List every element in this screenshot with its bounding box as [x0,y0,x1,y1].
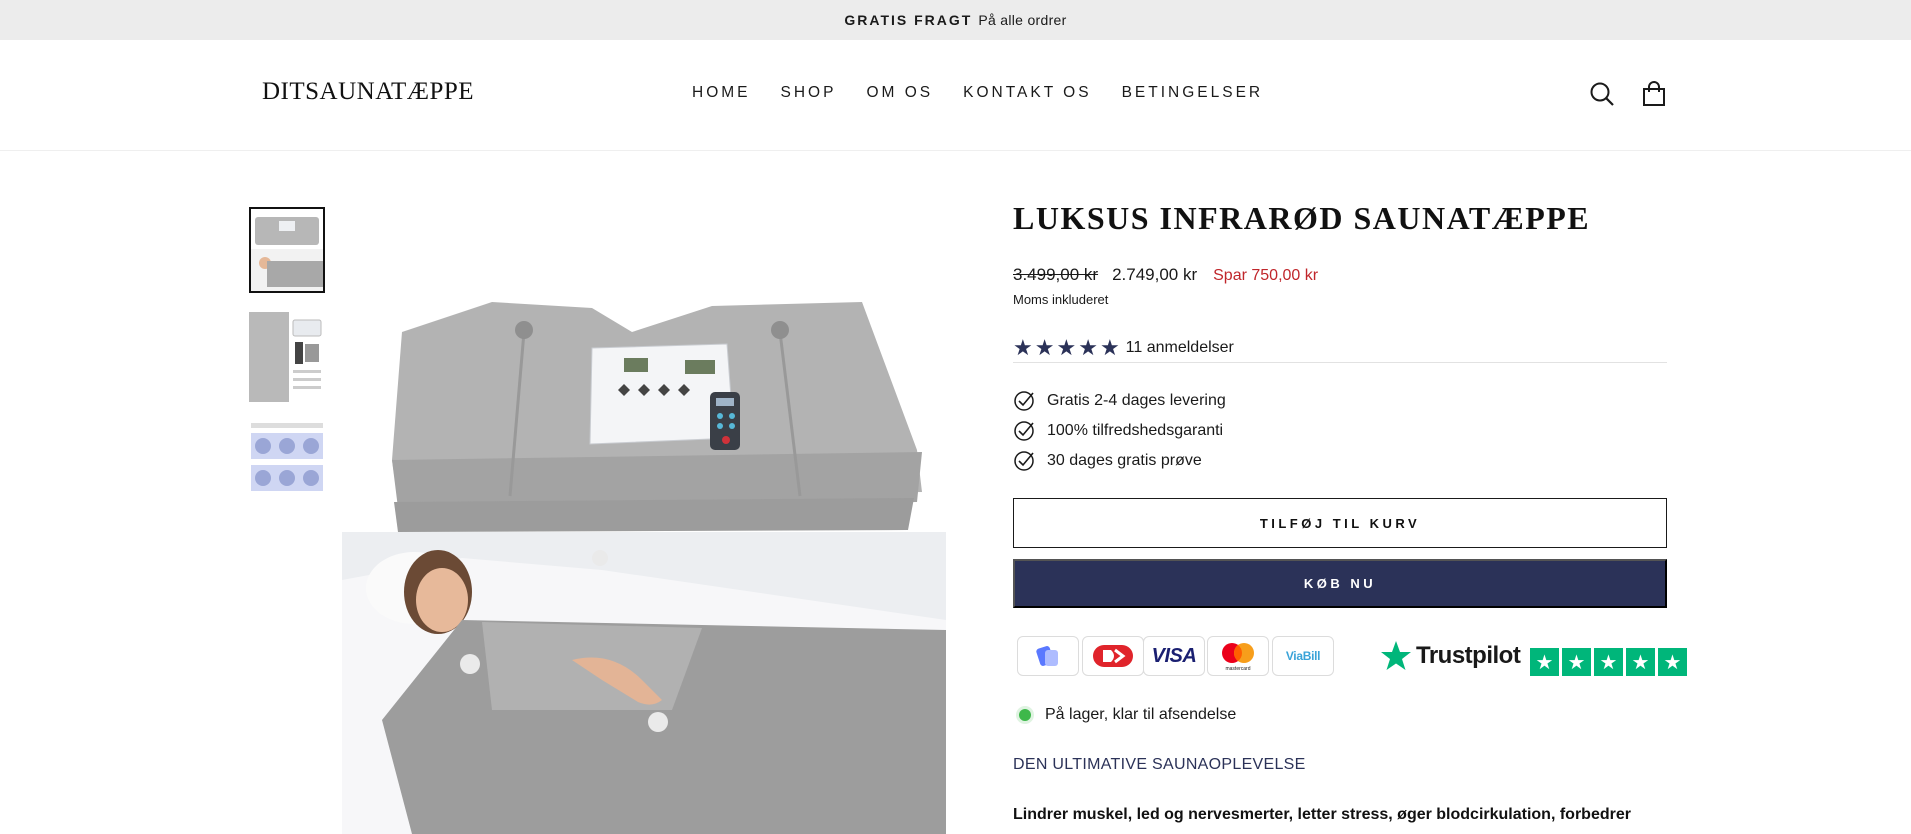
savings-label: Spar 750,00 kr [1213,267,1319,284]
star-icon: ★ [1013,335,1033,360]
announcement-bar: GRATIS FRAGT På alle ordrer [0,0,1911,40]
announcement-text: På alle ordrer [978,12,1067,28]
feature-item: Gratis 2-4 dages levering [1013,390,1226,412]
thumbnail-1[interactable] [249,207,325,293]
star-icon: ★ [1530,648,1559,676]
visa-label: VISA [1151,644,1197,667]
divider [1013,362,1667,363]
announcement-strong: GRATIS FRAGT [844,12,973,28]
thumbnail-2[interactable] [249,310,325,404]
search-icon[interactable] [1588,80,1616,108]
old-price: 3.499,00 kr [1013,265,1099,284]
visa-icon: VISA [1143,636,1205,676]
nav-contact[interactable]: KONTAKT OS [963,84,1091,102]
rating-summary[interactable]: ★ ★ ★ ★ ★ 11 anmeldelser [1013,337,1234,359]
star-icon: ★ [1078,335,1098,360]
check-circle-icon [1014,451,1034,471]
feature-label: 100% tilfredshedsgaranti [1047,422,1224,439]
star-icon: ★ [1658,648,1687,676]
feature-label: Gratis 2-4 dages levering [1047,392,1226,409]
rating-stars: ★ ★ ★ ★ ★ [1013,337,1120,359]
trustpilot-logo: Trustpilot [1380,640,1521,672]
price-block: 3.499,00 kr 2.749,00 kr Spar 750,00 kr [1013,265,1318,285]
site-header: DITSAUNATÆPPE HOME SHOP OM OS KONTAKT OS… [0,40,1911,151]
check-circle-icon [1014,421,1034,441]
tax-note: Moms inkluderet [1013,292,1109,307]
nav-shop[interactable]: SHOP [781,84,837,102]
nav-home[interactable]: HOME [692,84,751,102]
mobilepay-icon [1017,636,1079,676]
review-count[interactable]: 11 anmeldelser [1126,339,1234,357]
stock-dot-icon [1019,709,1031,721]
current-price: 2.749,00 kr [1112,265,1198,284]
viabill-icon: ViaBill [1272,636,1334,676]
viabill-label: ViaBill [1285,649,1321,663]
mastercard-icon: mastercard [1207,636,1269,676]
trustpilot-stars: ★ ★ ★ ★ ★ [1530,648,1687,676]
star-icon: ★ [1594,648,1623,676]
nav-about[interactable]: OM OS [866,84,933,102]
stock-label: På lager, klar til afsendelse [1045,706,1237,723]
trustpilot-label: Trustpilot [1416,642,1521,669]
thumbnail-3[interactable] [249,421,325,501]
svg-text:mastercard: mastercard [1225,666,1250,672]
feature-item: 100% tilfredshedsgaranti [1013,420,1223,442]
product-description: Lindrer muskel, led og nervesmerter, let… [1013,806,1631,823]
star-icon: ★ [1562,648,1591,676]
site-logo[interactable]: DITSAUNATÆPPE [262,78,474,106]
star-icon: ★ [1099,335,1120,360]
main-nav: HOME SHOP OM OS KONTAKT OS BETINGELSER [692,84,1293,102]
feature-label: 30 dages gratis prøve [1047,452,1202,469]
star-icon: ★ [1056,335,1077,360]
add-to-cart-button[interactable]: TILFØJ TIL KURV [1013,498,1667,548]
product-title: LUKSUS INFRARØD SAUNATÆPPE [1013,200,1591,236]
feature-item: 30 dages gratis prøve [1013,450,1202,472]
main-product-image[interactable] [342,240,946,834]
dankort-icon [1082,636,1144,676]
trustpilot-star-icon [1381,641,1411,670]
cart-icon[interactable] [1640,80,1668,108]
stock-status: På lager, klar til afsendelse [1013,706,1236,724]
star-icon: ★ [1626,648,1655,676]
section-subheading: DEN ULTIMATIVE SAUNAOPLEVELSE [1013,756,1306,773]
buy-now-button[interactable]: KØB NU [1013,559,1667,608]
nav-terms[interactable]: BETINGELSER [1122,84,1264,102]
check-circle-icon [1014,391,1034,411]
star-icon: ★ [1034,335,1055,360]
